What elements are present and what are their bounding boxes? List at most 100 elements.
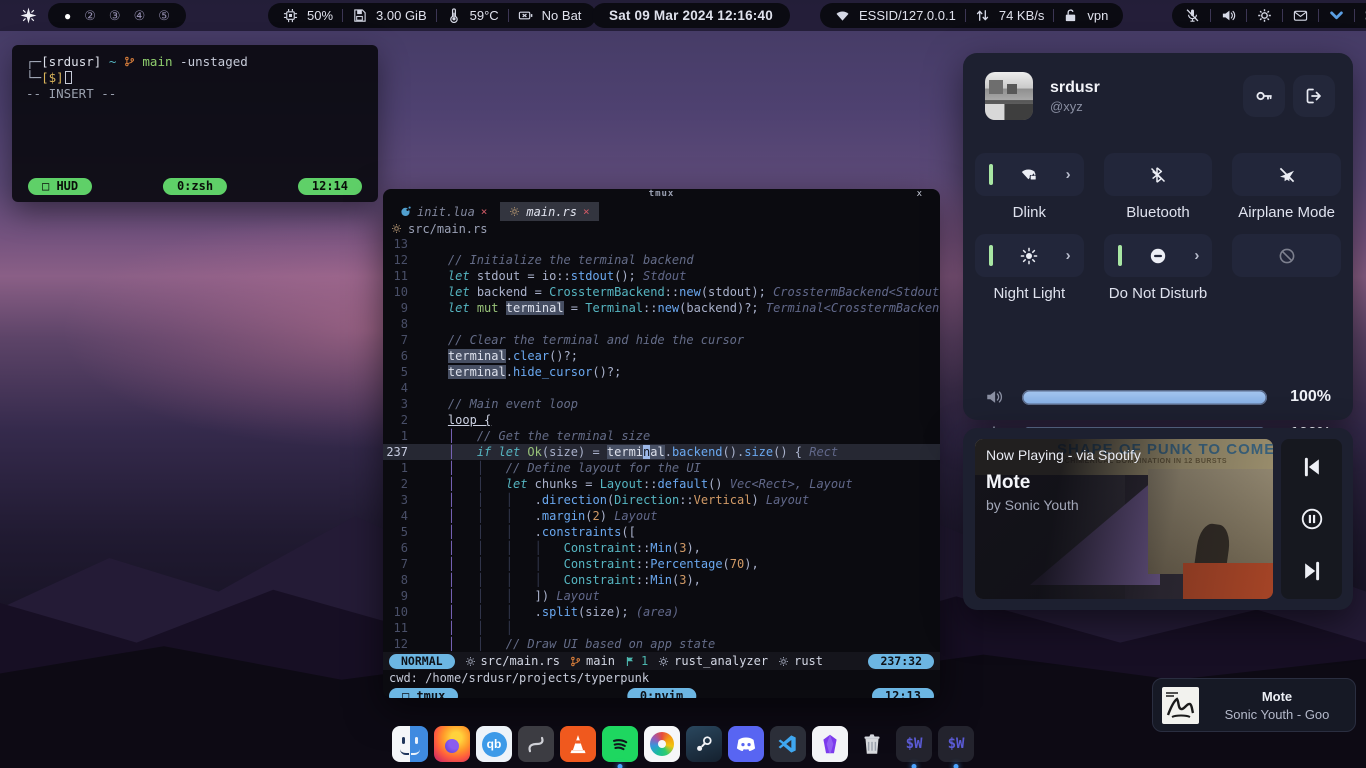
dock-icon-terminal-sw[interactable]: $W [938,726,974,762]
clock[interactable]: Sat 09 Mar 2024 12:16:40 [592,3,790,28]
code-line-current[interactable]: 237 │ if let Ok(size) = terminal.backend… [383,444,940,460]
cpu-usage: 50% [307,8,333,23]
workspace-1[interactable]: ● [64,9,71,23]
toggle-night-light[interactable]: › [975,234,1084,277]
flag-icon [625,656,636,667]
distro-logo-icon[interactable] [20,7,37,24]
logout-icon [1305,87,1323,105]
code-line[interactable]: 9 │ │ │ ]) Layout [383,588,940,604]
code-line[interactable]: 6 terminal.clear()?; [383,348,940,364]
code-line[interactable]: 11 │ │ │ [383,620,940,636]
tmux-window-pill[interactable]: 0:nvim [627,688,696,699]
dock-icon-qbittorrent[interactable]: qb [476,726,512,762]
prev-button[interactable] [1301,456,1323,478]
code-line[interactable]: 5 │ │ │ .constraints([ [383,524,940,540]
code-line[interactable]: 1 │ │ // Define layout for the UI [383,460,940,476]
code-line[interactable]: 4 │ │ │ .margin(2) Layout [383,508,940,524]
toggle-label: Bluetooth [1104,204,1213,222]
toggle-airplane-mode[interactable] [1232,153,1341,196]
code-line[interactable]: 3 │ │ │ .direction(Direction::Vertical) … [383,492,940,508]
code-line[interactable]: 7 │ │ │ │ Constraint::Percentage(70), [383,556,940,572]
toggle-blocked[interactable] [1232,234,1341,277]
close-icon[interactable]: x [917,189,922,199]
workspace-2[interactable]: ② [84,8,96,24]
dock-icon-terminal-sw[interactable]: $W [896,726,932,762]
buffer-tab-init.lua[interactable]: init.lua× [391,202,496,221]
code-line[interactable]: 12 // Initialize the terminal backend [383,252,940,268]
dock-icon-spotify[interactable] [602,726,638,762]
code-line[interactable]: 2 │ │ let chunks = Layout::default() Vec… [383,476,940,492]
statusline-branch: main [586,654,615,668]
dock-icon-obsidian[interactable] [812,726,848,762]
pause-button[interactable] [1301,508,1323,530]
speaker-icon[interactable] [1221,8,1236,23]
toggle-dlink[interactable]: › [975,153,1084,196]
workspace-4[interactable]: ④ [134,8,146,24]
code-line[interactable]: 4 [383,380,940,396]
code-area[interactable]: 1312 // Initialize the terminal backend1… [383,236,940,652]
toggle-do-not-disturb[interactable]: › [1104,234,1213,277]
code-line[interactable]: 6 │ │ │ │ Constraint::Min(3), [383,540,940,556]
tmux-session-pill[interactable]: □ tmux [389,688,458,699]
vpn-unlock-icon[interactable] [1063,8,1078,23]
code-line[interactable]: 9 let mut terminal = Terminal::new(backe… [383,300,940,316]
code-line[interactable]: 1 │ // Get the terminal size [383,428,940,444]
chevron-down-icon[interactable] [1329,8,1344,23]
window-title: tmux [649,189,675,199]
speaker-icon [985,388,1003,406]
slider-speaker[interactable] [1022,390,1267,405]
line-number: 8 [383,572,419,588]
next-button[interactable] [1301,560,1323,582]
wifi-icon[interactable] [835,8,850,23]
dock-icon-steam[interactable] [686,726,722,762]
code-line[interactable]: 11 let stdout = io::stdout(); Stdout [383,268,940,284]
code-line[interactable]: 10 let backend = CrosstermBackend::new(s… [383,284,940,300]
dock-icon-trash[interactable] [854,726,890,762]
notification-popup[interactable]: Mote Sonic Youth - Goo [1152,678,1356,732]
terminal-window[interactable]: ┌─[srdusr] ~ main -unstaged └─[$] -- INS… [12,45,378,202]
line-number: 10 [383,284,419,300]
dock-icon-swirl-app[interactable] [518,726,554,762]
rust-icon [509,206,520,217]
code-line[interactable]: 5 terminal.hide_cursor()?; [383,364,940,380]
mail-icon[interactable] [1293,8,1308,23]
dock-icon-vlc[interactable] [560,726,596,762]
code-line[interactable]: 8 │ │ │ │ Constraint::Min(3), [383,572,940,588]
code-line[interactable]: 7 // Clear the terminal and hide the cur… [383,332,940,348]
code-line[interactable]: 10 │ │ │ .split(size); (area) [383,604,940,620]
dock-icon-vscode[interactable] [770,726,806,762]
bufferline: init.lua×main.rs× [383,202,940,221]
tmux-session-pill[interactable]: □ HUD [28,178,92,195]
dock-icon-firefox[interactable] [434,726,470,762]
dock-icon-photos[interactable] [644,726,680,762]
notification-album-art [1162,687,1199,724]
code-line[interactable]: 13 [383,236,940,252]
git-branch-icon [570,656,581,667]
dock-icon-file-manager[interactable] [392,726,428,762]
workspace-3[interactable]: ③ [109,8,121,24]
line-number: 9 [383,300,419,316]
chevron-right-icon[interactable]: › [1066,166,1071,183]
code-line[interactable]: 3 // Main event loop [383,396,940,412]
dock-icon-discord[interactable] [728,726,764,762]
toggle-bluetooth[interactable] [1104,153,1213,196]
code-line[interactable]: 12 │ │ // Draw UI based on app state [383,636,940,652]
key-icon [1255,87,1273,105]
prompt-symbol: [$] [41,70,64,85]
workspace-5[interactable]: ⑤ [158,8,170,24]
line-number: 1 [383,460,419,476]
mic-off-icon[interactable] [1185,8,1200,23]
tab-close-icon[interactable]: × [583,205,590,218]
code-line[interactable]: 2 loop { [383,412,940,428]
logout-button[interactable] [1293,75,1335,117]
gear-icon[interactable] [1257,8,1272,23]
key-button[interactable] [1243,75,1285,117]
editor-window[interactable]: tmux x init.lua×main.rs× src/main.rs 131… [383,189,940,698]
sun-icon [1020,247,1038,265]
buffer-tab-main.rs[interactable]: main.rs× [500,202,598,221]
tab-close-icon[interactable]: × [481,205,488,218]
chevron-right-icon[interactable]: › [1194,247,1199,264]
chevron-right-icon[interactable]: › [1066,247,1071,264]
code-line[interactable]: 8 [383,316,940,332]
tmux-window-pill[interactable]: 0:zsh [163,178,227,195]
